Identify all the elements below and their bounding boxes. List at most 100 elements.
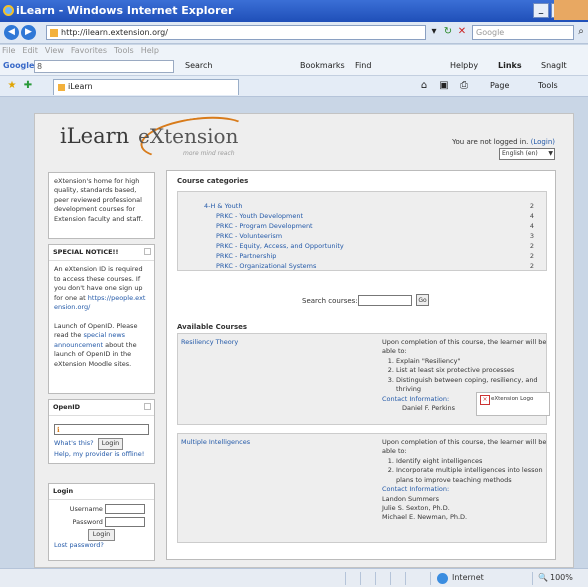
links-button[interactable]: Links: [498, 61, 522, 70]
status-divider: [430, 572, 431, 585]
home-icon[interactable]: ⌂: [418, 80, 430, 92]
contact-name: Michael E. Newman, Ph.D.: [382, 513, 468, 522]
category-youth-development[interactable]: PRKC - Youth Development: [216, 212, 303, 220]
find-button[interactable]: Find: [355, 61, 371, 70]
contact-name: Julie S. Sexton, Ph.D.: [382, 503, 450, 512]
category-volunteerism[interactable]: PRKC - Volunteerism: [216, 232, 282, 240]
category-count: 3: [529, 232, 534, 240]
course-name-link[interactable]: Multiple Intelligences: [181, 438, 250, 446]
broken-image-placeholder: eXtension Logo: [476, 392, 550, 416]
menu-edit[interactable]: Edit: [22, 46, 38, 58]
back-button[interactable]: ◀: [4, 25, 19, 40]
feeds-icon[interactable]: ▣: [438, 80, 450, 92]
menu-view[interactable]: View: [45, 46, 64, 58]
provider-offline-link[interactable]: Help, my provider is offline!: [54, 450, 144, 458]
collapse-icon[interactable]: [144, 403, 151, 410]
search-go-button[interactable]: Go: [416, 294, 429, 306]
username-input[interactable]: [105, 504, 145, 515]
openid-body: ℹ What's this? Login Help, my provider i…: [49, 416, 154, 463]
tab-label: iLearn: [68, 82, 93, 91]
ie-logo-icon: [3, 5, 14, 16]
status-divider: [390, 572, 391, 585]
partner-logo[interactable]: eXtension: [138, 124, 238, 148]
add-favorites-icon[interactable]: ✚: [22, 80, 34, 92]
search-courses-label: Search courses:: [302, 297, 358, 305]
password-input[interactable]: [105, 516, 145, 527]
url-text: http://ilearn.extension.org/: [61, 28, 168, 37]
minimize-button[interactable]: _: [533, 3, 549, 18]
google-toolbar: Google 8 Search Bookmarks Find Helpby Li…: [0, 58, 588, 76]
openid-input[interactable]: ℹ: [54, 424, 149, 436]
language-select[interactable]: English (en): [499, 148, 555, 160]
notice-body: An eXtension ID is required to access th…: [49, 261, 154, 373]
search-icon[interactable]: ⌕: [575, 26, 587, 38]
category-organizational-systems[interactable]: PRKC - Organizational Systems: [216, 262, 316, 270]
stop-icon[interactable]: ✕: [456, 26, 468, 38]
objective-item: Identify eight intelligences: [396, 457, 550, 466]
page-icon: [50, 29, 58, 37]
course-name-link[interactable]: Resiliency Theory: [181, 338, 238, 346]
category-program-development[interactable]: PRKC - Program Development: [216, 222, 313, 230]
objective-item: List at least six protective processes: [396, 366, 550, 375]
course-intro: Upon completion of this course, the lear…: [382, 338, 547, 356]
bookmarks-button[interactable]: Bookmarks: [300, 61, 345, 70]
menu-bar: File Edit View Favorites Tools Help: [0, 45, 588, 58]
collapse-icon[interactable]: [144, 248, 151, 255]
category-partnership[interactable]: PRKC - Partnership: [216, 252, 276, 260]
tab-ilearn[interactable]: iLearn: [53, 79, 239, 95]
internet-zone-label: Internet: [452, 573, 484, 582]
category-4h-youth[interactable]: 4-H & Youth: [204, 202, 242, 210]
openid-title: OpenID: [49, 400, 154, 417]
openid-login-button[interactable]: Login: [97, 438, 124, 450]
openid-title-text: OpenID: [53, 403, 81, 411]
special-notice-block: SPECIAL NOTICE!! An eXtension ID is requ…: [48, 244, 155, 394]
login-button[interactable]: Login: [87, 529, 116, 541]
lost-password-link[interactable]: Lost password?: [54, 541, 104, 549]
contact-name: Landon Summers: [382, 494, 439, 503]
status-divider: [345, 572, 346, 585]
address-bar: ◀ ▶ http://ilearn.extension.org/ ▾ ↻ ✕ G…: [0, 22, 588, 44]
intro-text: eXtension's home for high quality, stand…: [54, 177, 143, 223]
status-divider: [375, 572, 376, 585]
snagit-button[interactable]: SnagIt: [541, 61, 567, 70]
login-block: Login Username Password Login Lost passw…: [48, 483, 155, 561]
whats-this-link[interactable]: What's this?: [54, 439, 94, 447]
zoom-level[interactable]: 100%: [550, 573, 573, 582]
page-menu[interactable]: Page: [490, 81, 509, 90]
login-status: You are not logged in. (Login): [452, 138, 555, 146]
print-icon[interactable]: ⎙: [458, 80, 470, 92]
window-titlebar: iLearn - Windows Internet Explorer _ □ ×: [0, 0, 588, 22]
favorites-star-icon[interactable]: ★: [6, 80, 18, 92]
openid-block: OpenID ℹ What's this? Login Help, my pro…: [48, 399, 155, 464]
menu-file[interactable]: File: [2, 46, 15, 58]
course-objectives: Explain "Resiliency" List at least six p…: [396, 357, 550, 395]
login-body: Username Password Login Lost password?: [49, 500, 154, 554]
intro-block: eXtension's home for high quality, stand…: [48, 172, 155, 239]
google-toolbar-logo: Google: [3, 61, 35, 70]
login-link[interactable]: (Login): [531, 138, 555, 146]
helpby-button[interactable]: Helpby: [450, 61, 478, 70]
url-input[interactable]: http://ilearn.extension.org/: [46, 25, 426, 40]
search-courses-input[interactable]: [358, 295, 412, 306]
category-equity-access[interactable]: PRKC - Equity, Access, and Opportunity: [216, 242, 344, 250]
forward-button[interactable]: ▶: [21, 25, 36, 40]
toolbar-search-input[interactable]: 8: [34, 60, 174, 73]
tagline: more mind reach: [183, 150, 235, 157]
dropdown-arrow-icon[interactable]: ▾: [428, 26, 440, 38]
username-label: Username: [69, 505, 103, 514]
menu-tools[interactable]: Tools: [114, 46, 134, 58]
status-divider: [532, 572, 533, 585]
menu-help[interactable]: Help: [141, 46, 159, 58]
tab-bar: ★ ✚ iLearn ⌂ ▣ ⎙ Page Tools: [0, 76, 588, 97]
menu-favorites[interactable]: Favorites: [71, 46, 107, 58]
refresh-icon[interactable]: ↻: [442, 26, 454, 38]
course-resiliency: Resiliency Theory Upon completion of thi…: [177, 333, 550, 425]
search-input[interactable]: Google: [472, 25, 574, 40]
tools-menu[interactable]: Tools: [538, 81, 558, 90]
course-multiple-intelligences: Multiple Intelligences Upon completion o…: [177, 433, 547, 543]
contact-label: Contact Information:: [382, 485, 450, 494]
site-logo[interactable]: iLearn: [60, 124, 129, 148]
toolbar-search-button[interactable]: Search: [185, 61, 212, 70]
zoom-icon[interactable]: 🔍: [538, 573, 548, 582]
categories-title: Course categories: [177, 177, 249, 185]
